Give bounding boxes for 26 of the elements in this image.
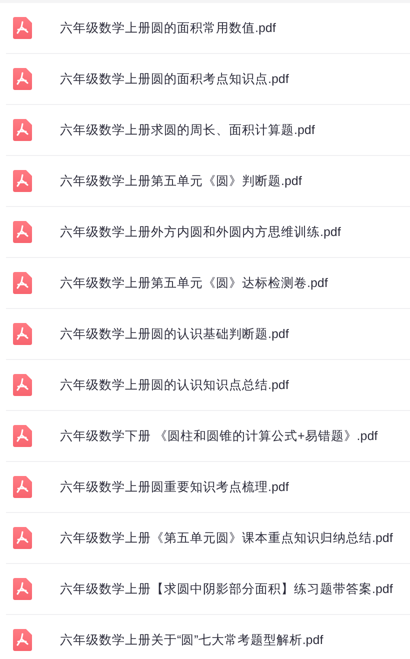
file-name[interactable]: 六年级数学上册第五单元《圆》判断题.pdf	[60, 172, 302, 190]
pdf-file-icon	[13, 578, 32, 600]
file-name[interactable]: 六年级数学上册第五单元《圆》达标检测卷.pdf	[60, 274, 328, 292]
pdf-file-icon	[13, 629, 32, 651]
pdf-file-icon	[13, 374, 32, 396]
pdf-file-icon	[13, 323, 32, 345]
pdf-file-icon	[13, 17, 32, 39]
pdf-file-icon	[13, 119, 32, 141]
file-name[interactable]: 六年级数学下册 《圆柱和圆锥的计算公式+易错题》.pdf	[60, 428, 378, 444]
file-name[interactable]: 六年级数学上册圆的面积考点知识点.pdf	[60, 70, 289, 88]
pdf-file-icon	[13, 425, 32, 447]
file-name[interactable]: 六年级数学上册【求圆中阴影部分面积】练习题带答案.pdf	[60, 580, 393, 598]
file-name[interactable]: 六年级数学上册外方内圆和外圆内方思维训练.pdf	[60, 224, 341, 240]
pdf-file-icon	[13, 221, 32, 243]
pdf-file-icon	[13, 272, 32, 294]
file-name[interactable]: 六年级数学上册圆的认识基础判断题.pdf	[60, 326, 289, 342]
file-name[interactable]: 六年级数学上册圆的认识知识点总结.pdf	[60, 376, 289, 394]
pdf-file-icon	[13, 476, 32, 498]
pdf-file-icon	[13, 170, 32, 192]
file-name[interactable]: 六年级数学上册求圆的周长、面积计算题.pdf	[60, 122, 315, 138]
file-name[interactable]: 六年级数学上册《第五单元圆》课本重点知识归纳总结.pdf	[60, 530, 393, 546]
pdf-file-icon	[13, 68, 32, 90]
pdf-file-icon	[13, 527, 32, 549]
file-name[interactable]: 六年级数学上册圆重要知识考点梳理.pdf	[60, 478, 289, 496]
file-name[interactable]: 六年级数学上册圆的面积常用数值.pdf	[60, 20, 276, 36]
file-name[interactable]: 六年级数学上册关于“圆”七大常考题型解析.pdf	[60, 632, 324, 648]
